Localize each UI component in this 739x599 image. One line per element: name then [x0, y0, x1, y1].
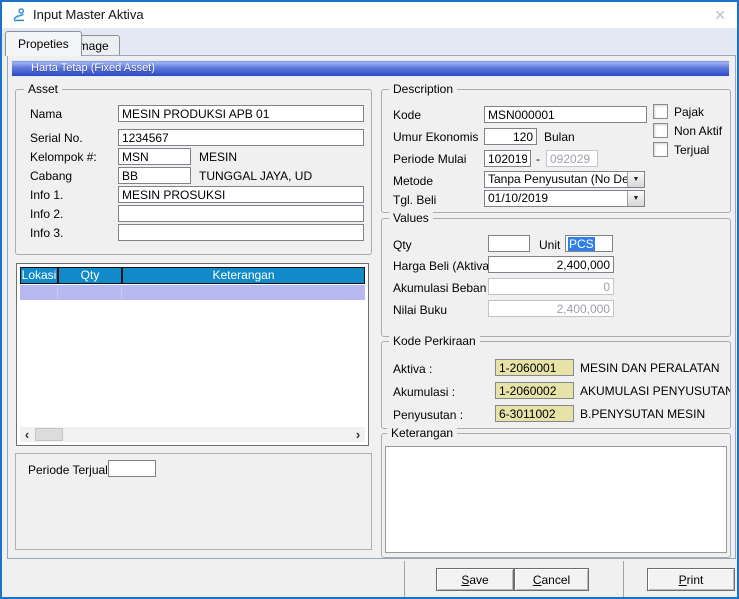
kode-perkiraan-group-title: Kode Perkiraan [389, 335, 480, 347]
periode-terjual-input[interactable] [108, 460, 156, 477]
aktiva-code-input[interactable] [495, 359, 574, 376]
periode-terjual-label: Periode Terjual [28, 463, 108, 477]
info2-label: Info 2. [30, 207, 63, 221]
serial-input[interactable] [118, 129, 364, 146]
akumulasi-desc: AKUMULASI PENYUSUTAN MESIN [580, 384, 730, 398]
window-title: Input Master Aktiva [33, 2, 144, 28]
scroll-right-icon[interactable]: › [351, 428, 365, 441]
keterangan-group-title: Keterangan [387, 427, 457, 439]
kelompok-label: Kelompok #: [30, 150, 97, 164]
app-icon [11, 7, 27, 23]
fixed-asset-banner: Harta Tetap (Fixed Asset) [11, 60, 730, 77]
kelompok-input[interactable] [118, 148, 191, 165]
scrollbar-thumb[interactable] [35, 428, 63, 441]
non-aktif-checkbox[interactable] [653, 123, 668, 138]
lokasi-table: Lokasi Qty Keterangan ‹ › [16, 263, 369, 446]
metode-value: Tanpa Penyusutan (No Dep [485, 172, 627, 187]
kode-input[interactable] [484, 106, 647, 123]
cell-qty[interactable] [58, 285, 122, 300]
qty-input[interactable] [488, 235, 530, 252]
akumulasi-beban-input [488, 278, 614, 295]
non-aktif-label: Non Aktif [674, 124, 722, 138]
cabang-label: Cabang [30, 169, 72, 183]
print-button-label: Print [648, 570, 734, 590]
column-header-lokasi: Lokasi [21, 268, 59, 283]
cell-lokasi[interactable] [20, 285, 58, 300]
nilai-buku-label: Nilai Buku [393, 303, 447, 317]
penyusutan-label: Penyusutan : [393, 408, 463, 422]
tgl-beli-value: 01/10/2019 [485, 191, 627, 206]
tgl-beli-label: Tgl. Beli [393, 193, 436, 207]
periode-mulai-to-input [546, 150, 598, 167]
footer-divider [623, 561, 624, 598]
akumulasi-code-input[interactable] [495, 382, 574, 399]
tgl-beli-dropdown[interactable]: 01/10/2019 ▼ [484, 190, 645, 207]
periode-mulai-label: Periode Mulai [393, 152, 466, 166]
nama-label: Nama [30, 107, 62, 121]
pajak-checkbox[interactable] [653, 104, 668, 119]
info2-input[interactable] [118, 205, 364, 222]
cell-keterangan[interactable] [122, 285, 365, 300]
info1-input[interactable] [118, 186, 364, 203]
save-button-label: Save [437, 570, 513, 590]
pajak-label: Pajak [674, 105, 704, 119]
tab-strip: Propeties image [2, 28, 737, 56]
title-bar: Input Master Aktiva ✕ [2, 2, 737, 28]
periode-mulai-from-input[interactable] [484, 150, 531, 167]
terjual-checkbox[interactable] [653, 142, 668, 157]
keterangan-textarea[interactable] [385, 446, 727, 553]
info1-label: Info 1. [30, 188, 63, 202]
bulan-label: Bulan [544, 130, 575, 144]
akumulasi-label: Akumulasi : [393, 385, 455, 399]
tab-properties[interactable]: Propeties [5, 31, 82, 56]
metode-label: Metode [393, 174, 433, 188]
metode-dropdown[interactable]: Tanpa Penyusutan (No Dep ▼ [484, 171, 645, 188]
unit-selected-text: PCS [568, 237, 595, 251]
footer-bar [2, 559, 737, 599]
asset-group-title: Asset [24, 83, 62, 95]
aktiva-desc: MESIN DAN PERALATAN [580, 361, 720, 375]
cabang-input[interactable] [118, 167, 191, 184]
harga-beli-label: Harga Beli (Aktiva) [393, 259, 493, 273]
penyusutan-desc: B.PENYSUTAN MESIN [580, 407, 705, 421]
chevron-down-icon[interactable]: ▼ [627, 191, 644, 206]
print-button[interactable]: Print [647, 568, 735, 591]
values-group-title: Values [389, 212, 433, 224]
chevron-down-icon[interactable]: ▼ [627, 172, 644, 187]
horizontal-scrollbar[interactable]: ‹ › [20, 427, 365, 442]
harga-beli-input[interactable] [488, 256, 614, 273]
column-header-keterangan: Keterangan [123, 268, 364, 283]
description-group-title: Description [389, 83, 457, 95]
close-icon[interactable]: ✕ [714, 2, 726, 28]
aktiva-label: Aktiva : [393, 362, 432, 376]
umur-ekonomis-label: Umur Ekonomis [393, 130, 478, 144]
input-master-aktiva-window: Input Master Aktiva ✕ Propeties image Ha… [0, 0, 739, 599]
cancel-button-label: Cancel [515, 570, 588, 590]
qty-label: Qty [393, 238, 412, 252]
serial-label: Serial No. [30, 131, 83, 145]
unit-label: Unit [539, 238, 560, 252]
table-row-selected[interactable] [20, 285, 365, 300]
scroll-left-icon[interactable]: ‹ [20, 428, 34, 441]
akumulasi-beban-label: Akumulasi Beban [393, 281, 486, 295]
cabang-desc: TUNGGAL JAYA, UD [199, 169, 312, 183]
nama-input[interactable] [118, 105, 364, 122]
terjual-label: Terjual [674, 143, 709, 157]
penyusutan-code-input[interactable] [495, 405, 574, 422]
lokasi-table-header: Lokasi Qty Keterangan [20, 267, 365, 284]
periode-separator: - [536, 152, 540, 166]
kode-label: Kode [393, 108, 421, 122]
info3-input[interactable] [118, 224, 364, 241]
save-button[interactable]: Save [436, 568, 514, 591]
nilai-buku-input [488, 300, 614, 317]
info3-label: Info 3. [30, 226, 63, 240]
footer-divider [404, 561, 405, 598]
umur-ekonomis-input[interactable] [484, 128, 537, 145]
cancel-button[interactable]: Cancel [514, 568, 589, 591]
column-header-qty: Qty [59, 268, 123, 283]
unit-input[interactable]: PCS [565, 235, 613, 252]
kelompok-desc: MESIN [199, 150, 237, 164]
